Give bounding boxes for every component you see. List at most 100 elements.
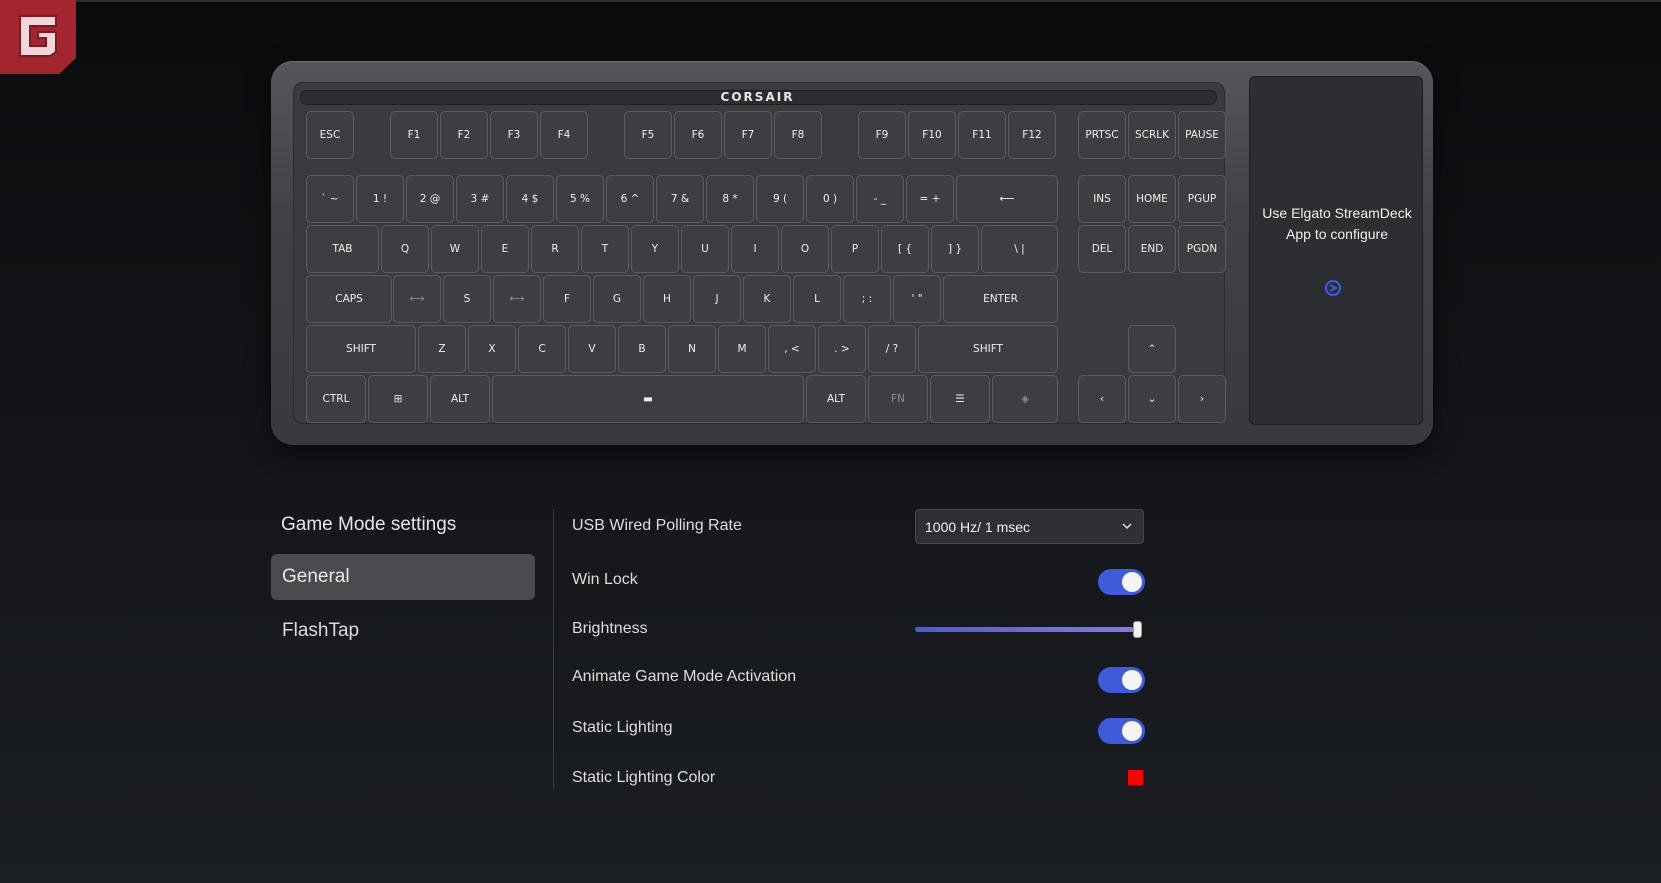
key[interactable]: ▬ [492, 375, 804, 423]
polling-rate-select[interactable]: 1000 Hz/ 1 msec [915, 509, 1144, 544]
key[interactable]: 1 ! [356, 175, 404, 223]
sidebar-item-flashtap[interactable]: FlashTap [271, 608, 535, 654]
key[interactable]: = + [906, 175, 954, 223]
key[interactable]: ⟵ [956, 175, 1058, 223]
key[interactable]: PGUP [1178, 175, 1226, 223]
win-lock-toggle[interactable] [1098, 569, 1145, 595]
key[interactable]: Z [418, 325, 466, 373]
animate-activation-toggle[interactable] [1098, 667, 1145, 693]
key[interactable]: J [693, 275, 741, 323]
key[interactable]: Y [631, 225, 679, 273]
key[interactable]: F [543, 275, 591, 323]
key[interactable]: 6 ^ [606, 175, 654, 223]
key[interactable]: T [581, 225, 629, 273]
key[interactable]: 5 % [556, 175, 604, 223]
key[interactable]: SHIFT [918, 325, 1058, 373]
key[interactable]: F3 [490, 111, 538, 159]
key[interactable]: F7 [724, 111, 772, 159]
key[interactable]: E [481, 225, 529, 273]
key[interactable]: V [568, 325, 616, 373]
key[interactable]: F2 [440, 111, 488, 159]
static-lighting-color-swatch[interactable] [1128, 770, 1143, 785]
brightness-slider[interactable] [915, 627, 1139, 632]
key[interactable]: F8 [774, 111, 822, 159]
key[interactable]: L [793, 275, 841, 323]
key[interactable]: ALT [806, 375, 866, 423]
streamdeck-panel[interactable] [1249, 76, 1423, 425]
key[interactable]: S [443, 275, 491, 323]
app-logo[interactable] [0, 0, 76, 74]
key[interactable]: PGDN [1178, 225, 1226, 273]
key[interactable]: F5 [624, 111, 672, 159]
key[interactable]: F10 [908, 111, 956, 159]
key[interactable]: ENTER [943, 275, 1058, 323]
key[interactable]: I [731, 225, 779, 273]
streamdeck-text: Use Elgato StreamDeck App to configure [1262, 205, 1412, 242]
key[interactable]: ⟷ [393, 275, 441, 323]
key[interactable]: B [618, 325, 666, 373]
key[interactable]: END [1128, 225, 1176, 273]
key[interactable]: FN [868, 375, 928, 423]
key[interactable]: - _ [856, 175, 904, 223]
static-lighting-toggle[interactable] [1098, 718, 1145, 744]
brightness-slider-thumb[interactable] [1133, 621, 1142, 638]
key[interactable]: G [593, 275, 641, 323]
key[interactable]: F12 [1008, 111, 1056, 159]
key[interactable]: K [743, 275, 791, 323]
key[interactable]: PRTSC [1078, 111, 1126, 159]
key[interactable]: F9 [858, 111, 906, 159]
key[interactable]: CAPS [306, 275, 392, 323]
key[interactable]: INS [1078, 175, 1126, 223]
key[interactable]: › [1178, 375, 1226, 423]
key[interactable]: ⌄ [1128, 375, 1176, 423]
key[interactable]: ‹ [1078, 375, 1126, 423]
key[interactable]: ESC [306, 111, 354, 159]
key[interactable]: Q [381, 225, 429, 273]
key[interactable]: P [831, 225, 879, 273]
key[interactable]: 2 @ [406, 175, 454, 223]
key[interactable]: 9 ( [756, 175, 804, 223]
key[interactable]: , < [768, 325, 816, 373]
key[interactable]: ☰ [930, 375, 990, 423]
key[interactable]: [ { [881, 225, 929, 273]
key[interactable]: ALT [430, 375, 490, 423]
key[interactable]: O [781, 225, 829, 273]
key[interactable]: ' " [893, 275, 941, 323]
key[interactable]: U [681, 225, 729, 273]
key[interactable]: SCRLK [1128, 111, 1176, 159]
key[interactable]: ] } [931, 225, 979, 273]
key[interactable]: H [643, 275, 691, 323]
static-lighting-color-label: Static Lighting Color [572, 769, 716, 786]
sidebar-item-general[interactable]: General [271, 554, 535, 600]
key[interactable]: DEL [1078, 225, 1126, 273]
key[interactable]: 3 # [456, 175, 504, 223]
key[interactable]: C [518, 325, 566, 373]
key[interactable]: 7 & [656, 175, 704, 223]
key[interactable]: / ? [868, 325, 916, 373]
key[interactable]: CTRL [306, 375, 366, 423]
key[interactable]: ⌃ [1128, 325, 1176, 373]
key[interactable]: M [718, 325, 766, 373]
key[interactable]: X [468, 325, 516, 373]
key[interactable]: 4 $ [506, 175, 554, 223]
key[interactable]: \ | [981, 225, 1058, 273]
key[interactable]: F1 [390, 111, 438, 159]
key[interactable]: N [668, 325, 716, 373]
key[interactable]: W [431, 225, 479, 273]
key[interactable]: R [531, 225, 579, 273]
key[interactable]: ⊞ [368, 375, 428, 423]
key[interactable]: TAB [306, 225, 379, 273]
key[interactable]: . > [818, 325, 866, 373]
key[interactable]: F4 [540, 111, 588, 159]
key[interactable]: PAUSE [1178, 111, 1226, 159]
key[interactable]: ◈ [992, 375, 1058, 423]
key[interactable]: ; : [843, 275, 891, 323]
key[interactable]: SHIFT [306, 325, 416, 373]
key[interactable]: F6 [674, 111, 722, 159]
key[interactable]: 0 ) [806, 175, 854, 223]
key[interactable]: HOME [1128, 175, 1176, 223]
key[interactable]: 8 * [706, 175, 754, 223]
key[interactable]: ` ~ [306, 175, 354, 223]
key[interactable]: ⟷ [493, 275, 541, 323]
key[interactable]: F11 [958, 111, 1006, 159]
